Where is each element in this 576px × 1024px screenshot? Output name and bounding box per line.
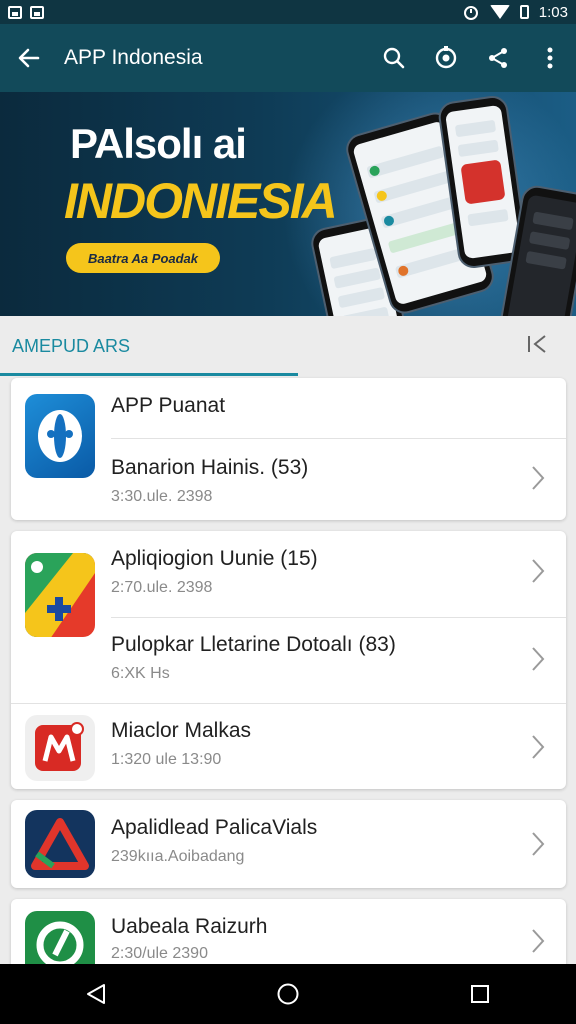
app-name: APP Puanat [111,394,226,417]
collapse-icon[interactable] [526,334,548,360]
banner-cta-button[interactable]: Baatra Aa Poadak [66,243,220,273]
app-card[interactable]: Apalidlead PalicaVials 239kııa.Aoibadang [11,800,566,888]
status-time: 1:03 [538,3,568,21]
app-icon [25,394,95,478]
system-nav-bar [0,964,576,1024]
nav-home-button[interactable] [258,964,318,1024]
app-meta: 239kııa.Aoibadang [111,848,245,865]
search-button[interactable] [368,24,420,92]
list-item[interactable]: Pulopkar Lletarine Dotoalı (83) 6:XK Hs [111,617,566,703]
app-card[interactable]: APP Puanat Banarion Hainis. (53) 3:30.ul… [11,378,566,520]
chevron-right-icon [532,929,545,953]
status-bar: 1:03 [0,0,576,24]
banner-subheadline: INDONIESIA [64,173,338,229]
tab-label[interactable]: AMEPUD ARS [12,336,130,357]
page-title: APP Indonesia [64,46,203,69]
arrow-back-icon [18,48,40,68]
promo-banner[interactable]: PAlsolı ai INDONIESIA Baatra Aa Poadak [0,92,576,316]
banner-headline: PAlsolı ai [70,120,247,167]
app-name: Apalidlead PalicaVials [111,816,318,839]
image-icon [30,5,44,19]
list-item[interactable]: Banarion Hainis. (53) 3:30.ule. 2398 [111,438,566,520]
wifi-icon [489,5,510,19]
app-meta: 1:320 ule 13:90 [111,751,222,768]
chevron-right-icon [532,647,545,671]
nav-recents-button[interactable] [450,964,510,1024]
settings-button[interactable] [420,24,472,92]
app-name: Pulopkar Lletarine Dotoalı (83) [111,633,396,656]
battery-icon [519,5,529,19]
app-meta: 6:XK Hs [111,665,170,682]
app-bar: APP Indonesia [0,24,576,92]
app-card[interactable]: Uabeala Raizurh 2:30/ule 2390 [11,899,566,964]
alarm-icon [463,6,478,20]
chevron-right-icon [532,559,545,583]
back-button[interactable] [0,24,58,92]
app-icon [25,911,95,964]
app-list: APP Puanat Banarion Hainis. (53) 3:30.ul… [0,376,576,964]
more-options-button[interactable] [524,24,576,92]
list-item[interactable]: Apliqiogion Uunie (15) 2:70.ule. 2398 [111,531,566,617]
square-recents-icon [471,985,489,1003]
list-item[interactable]: Miaclor Malkas 1:320 ule 13:90 [111,703,566,789]
share-icon [489,48,507,68]
list-item[interactable]: Apalidlead PalicaVials 239kııa.Aoibadang [111,800,566,888]
app-icon [25,810,95,878]
chevron-right-icon [532,832,545,856]
app-icon [25,553,95,637]
app-name: Banarion Hainis. (53) [111,456,309,479]
settings-icon [435,46,457,69]
list-item[interactable]: Uabeala Raizurh 2:30/ule 2390 [111,899,566,964]
circle-home-icon [277,983,299,1005]
chevron-right-icon [532,735,545,759]
search-icon [383,47,405,69]
app-meta: 2:70.ule. 2398 [111,579,213,596]
tab-bar: AMEPUD ARS [0,316,576,376]
chevron-right-icon [532,466,545,490]
list-item[interactable]: APP Puanat [111,378,566,438]
share-button[interactable] [472,24,524,92]
nav-back-button[interactable] [66,964,126,1024]
app-icon [25,715,95,781]
app-meta: 3:30.ule. 2398 [111,488,213,505]
more-vert-icon [547,47,553,69]
app-card[interactable]: Apliqiogion Uunie (15) 2:70.ule. 2398 Pu… [11,531,566,789]
app-name: Apliqiogion Uunie (15) [111,547,318,570]
app-name: Uabeala Raizurh [111,915,268,938]
app-name: Miaclor Malkas [111,719,252,742]
triangle-back-icon [87,984,105,1004]
image-icon [8,5,22,19]
app-meta: 2:30/ule 2390 [111,945,208,962]
